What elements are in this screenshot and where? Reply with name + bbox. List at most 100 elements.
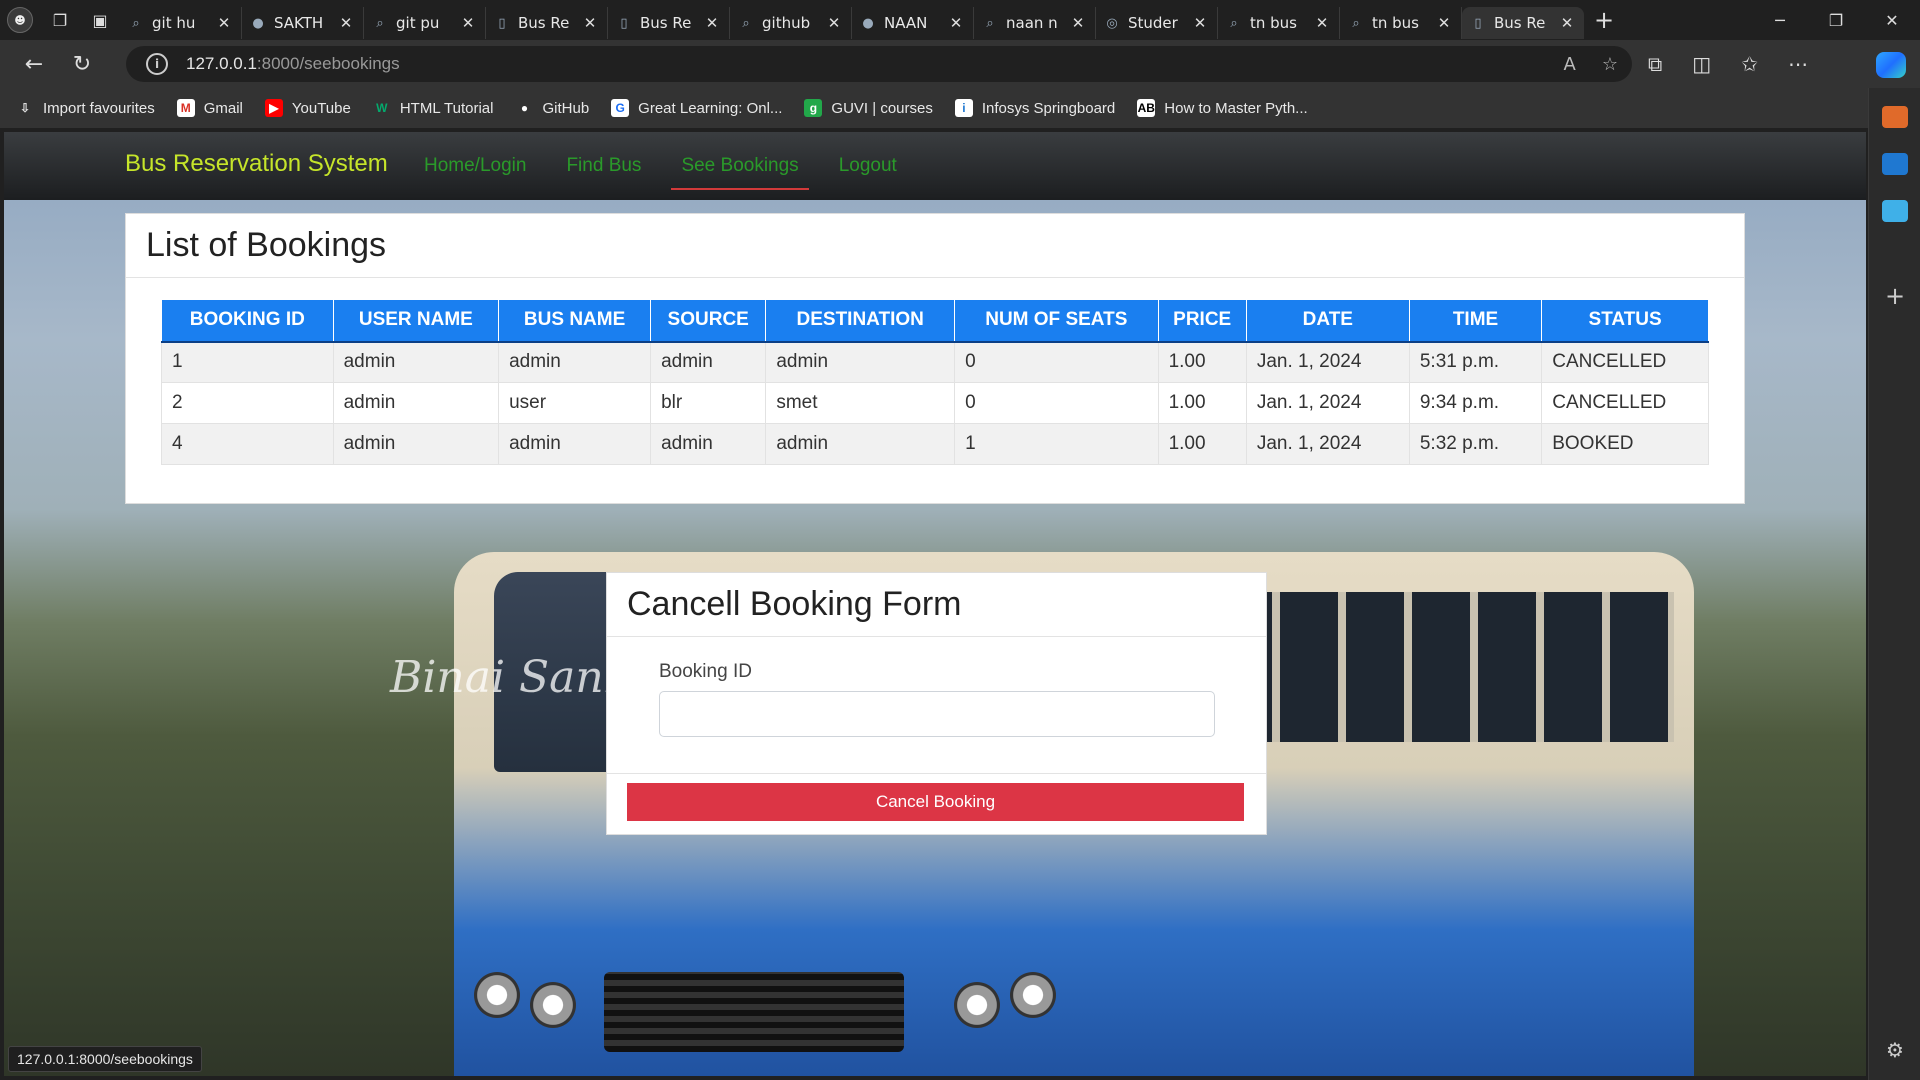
url-text: 127.0.0.1:8000/seebookings: [186, 54, 400, 73]
nav-link-logout[interactable]: Logout: [829, 132, 907, 200]
browser-tab[interactable]: ⌕ tn bus ✕: [1218, 7, 1340, 39]
table-cell: user: [498, 382, 652, 424]
minimize-icon[interactable]: ─: [1752, 0, 1808, 40]
close-window-icon[interactable]: ✕: [1864, 0, 1920, 40]
close-tab-icon[interactable]: ✕: [825, 14, 843, 32]
tab-title: Bus Re: [1494, 14, 1546, 32]
new-tab-button[interactable]: +: [1584, 0, 1624, 40]
tab-title: NAAN: [884, 14, 928, 32]
favourites-icon[interactable]: ✩: [1741, 52, 1758, 76]
nav-link-home-login[interactable]: Home/Login: [414, 132, 536, 200]
send-icon[interactable]: [1882, 200, 1908, 222]
favourite-link[interactable]: g GUVI | courses: [804, 99, 933, 117]
nav-link-find-bus[interactable]: Find Bus: [556, 132, 651, 200]
table-cell: Jan. 1, 2024: [1245, 341, 1410, 383]
close-tab-icon[interactable]: ✕: [1191, 14, 1209, 32]
tab-list: ⌕ git hu ✕ ● SAKTH ✕ ⌕ git pu ✕ ▯ Bus Re ✕ ▯ Bus Re ✕ ⌕…: [120, 1, 1584, 39]
favourite-label: YouTube: [291, 99, 351, 117]
table-cell: admin: [765, 341, 956, 383]
tools-icon[interactable]: [1882, 106, 1908, 128]
browser-tab[interactable]: ▯ Bus Re ✕: [1462, 7, 1584, 39]
outlook-icon[interactable]: [1882, 153, 1908, 175]
tab-actions-icon[interactable]: ▣: [80, 0, 120, 40]
search-icon: ⌕: [1352, 15, 1360, 31]
table-cell: 5:31 p.m.: [1408, 341, 1543, 383]
close-tab-icon[interactable]: ✕: [1558, 14, 1576, 32]
close-tab-icon[interactable]: ✕: [1313, 14, 1331, 32]
page-icon: ▯: [498, 15, 506, 31]
profile-button[interactable]: ☻: [0, 0, 40, 40]
browser-tab[interactable]: ● NAAN ✕: [852, 7, 974, 39]
favourite-link[interactable]: M Gmail: [176, 99, 243, 117]
close-tab-icon[interactable]: ✕: [703, 14, 721, 32]
site-info-icon[interactable]: i: [146, 53, 168, 75]
link-status-tooltip: 127.0.0.1:8000/seebookings: [8, 1046, 202, 1072]
browser-tab[interactable]: ⌕ naan n ✕: [974, 7, 1096, 39]
tab-title: tn bus: [1372, 14, 1419, 32]
browser-tab[interactable]: ⌕ tn bus ✕: [1340, 7, 1462, 39]
column-header: USER NAME: [332, 299, 500, 343]
infosys-icon: i: [954, 99, 973, 117]
copilot-icon[interactable]: [1876, 52, 1906, 78]
close-tab-icon[interactable]: ✕: [215, 14, 233, 32]
extensions-icon[interactable]: ⧉: [1648, 52, 1662, 76]
favourite-label: Import favourites: [43, 99, 155, 117]
browser-tab[interactable]: ▯ Bus Re ✕: [608, 7, 730, 39]
column-header: DESTINATION: [765, 299, 956, 343]
add-sidebar-app-icon[interactable]: +: [1869, 282, 1920, 310]
table-cell: Jan. 1, 2024: [1245, 423, 1410, 465]
close-tab-icon[interactable]: ✕: [581, 14, 599, 32]
favourite-link[interactable]: ⇩ Import favourites: [16, 99, 155, 117]
restore-icon[interactable]: ❐: [1808, 0, 1864, 40]
favourite-link[interactable]: W HTML Tutorial: [373, 99, 493, 117]
browser-toolbar: ⧉ ◫ ✩ ⋯: [1648, 40, 1808, 88]
favourites-bar: ⇩ Import favourites M Gmail ▶ YouTube W HTML Tu…: [0, 88, 1920, 128]
github-icon: ●: [520, 101, 529, 115]
table-cell: admin: [650, 423, 767, 465]
browser-tab[interactable]: ⌕ git hu ✕: [120, 7, 242, 39]
read-aloud-icon[interactable]: A: [1564, 54, 1576, 75]
search-icon: ⌕: [132, 15, 140, 31]
favourite-link[interactable]: ▶ YouTube: [264, 99, 351, 117]
refresh-button[interactable]: ↻: [58, 40, 106, 88]
browser-tab[interactable]: ▯ Bus Re ✕: [486, 7, 608, 39]
favourite-link[interactable]: G Great Learning: Onl...: [611, 99, 782, 117]
column-header: SOURCE: [650, 299, 767, 343]
brand-title[interactable]: Bus Reservation System: [125, 150, 388, 178]
favourite-link[interactable]: i Infosys Springboard: [954, 99, 1115, 117]
url-field[interactable]: i 127.0.0.1:8000/seebookings A ☆: [126, 46, 1632, 82]
browser-tab[interactable]: ⌕ github ✕: [730, 7, 852, 39]
search-icon: ⌕: [742, 15, 750, 31]
table-cell: 0: [954, 341, 1159, 383]
more-menu-icon[interactable]: ⋯: [1788, 52, 1808, 76]
table-cell: admin: [765, 423, 956, 465]
split-screen-icon[interactable]: ◫: [1692, 52, 1711, 76]
favourite-link[interactable]: AB How to Master Pyth...: [1137, 99, 1308, 117]
app-icon: ◎: [1106, 15, 1118, 31]
table-cell: smet: [765, 382, 956, 424]
nav-link-see-bookings[interactable]: See Bookings: [671, 132, 809, 200]
cancel-form-title: Cancell Booking Form: [607, 573, 1266, 637]
close-tab-icon[interactable]: ✕: [947, 14, 965, 32]
browser-tab[interactable]: ⌕ git pu ✕: [364, 7, 486, 39]
tab-title: Bus Re: [640, 14, 692, 32]
close-tab-icon[interactable]: ✕: [1435, 14, 1453, 32]
close-tab-icon[interactable]: ✕: [459, 14, 477, 32]
favourite-star-icon[interactable]: ☆: [1602, 54, 1618, 75]
cancel-booking-button[interactable]: Cancel Booking: [627, 783, 1244, 821]
browser-tab[interactable]: ● SAKTH ✕: [242, 7, 364, 39]
table-cell: admin: [332, 423, 500, 465]
column-header: NUM OF SEATS: [954, 299, 1159, 343]
browser-tab[interactable]: ◎ Studer ✕: [1096, 7, 1218, 39]
booking-id-input[interactable]: [659, 691, 1215, 737]
close-tab-icon[interactable]: ✕: [337, 14, 355, 32]
close-tab-icon[interactable]: ✕: [1069, 14, 1087, 32]
table-cell: admin: [498, 423, 652, 465]
workspaces-icon[interactable]: ❐: [40, 0, 80, 40]
favourite-link[interactable]: ● GitHub: [515, 99, 589, 117]
table-cell: 5:32 p.m.: [1408, 423, 1543, 465]
profile-avatar-icon: ☻: [7, 7, 33, 33]
favourite-label: Gmail: [203, 99, 243, 117]
back-button[interactable]: ←: [10, 40, 58, 88]
sidebar-settings-icon[interactable]: ⚙: [1869, 1038, 1920, 1062]
